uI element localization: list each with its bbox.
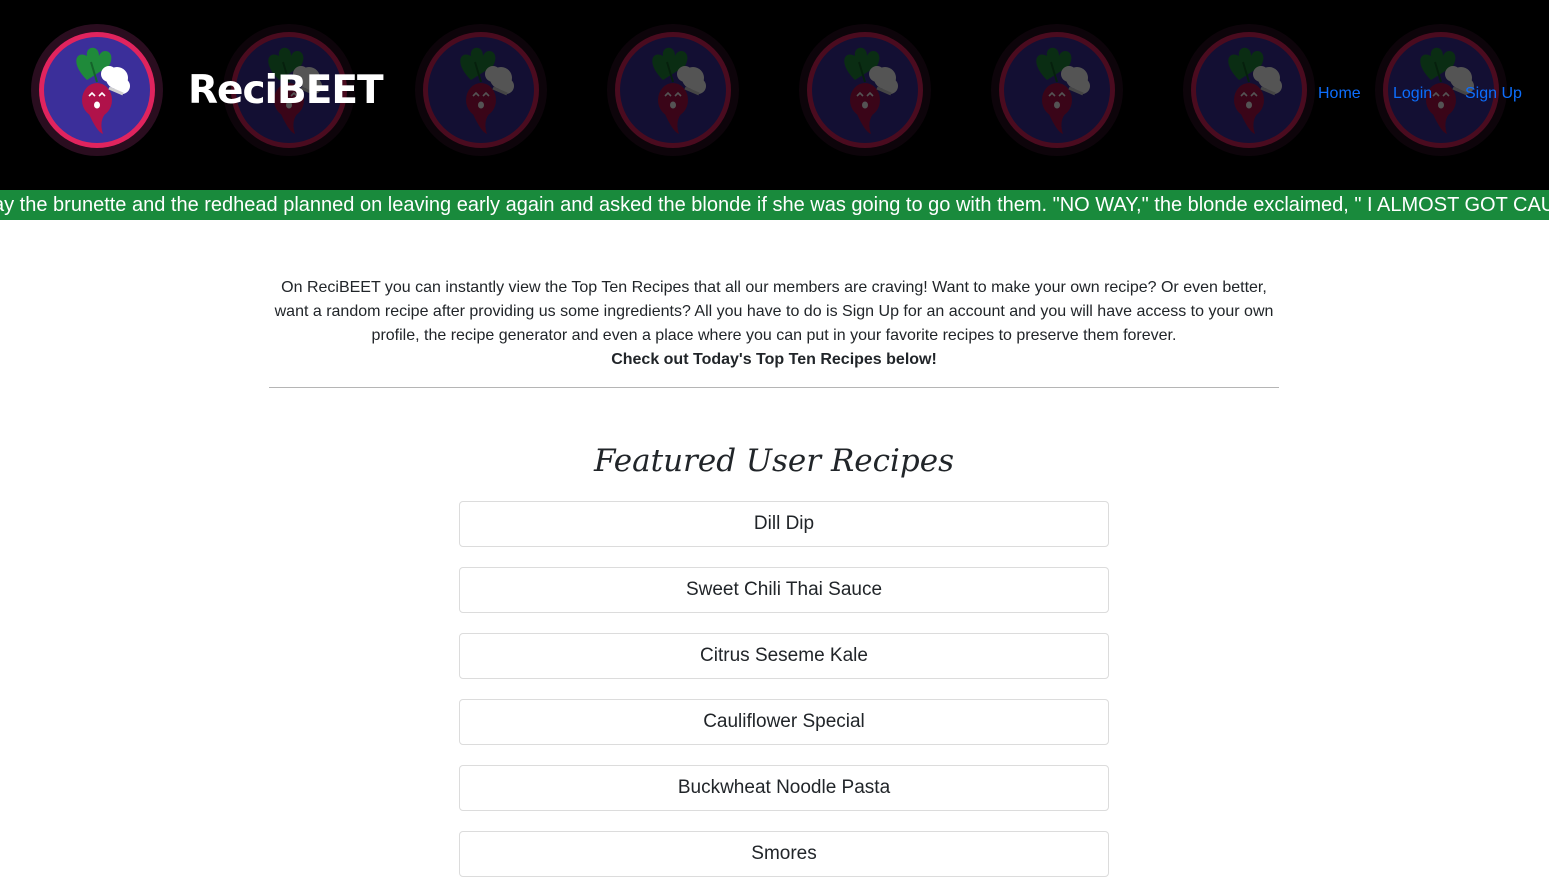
nav-login-link[interactable]: Login [1393,84,1432,104]
recipe-button[interactable]: Sweet Chili Thai Sauce [459,567,1109,613]
nav-home-link[interactable]: Home [1318,84,1361,104]
beet-chef-icon[interactable] [29,22,165,158]
beet-pattern-icon [989,22,1125,158]
recipe-button[interactable]: Smores [459,831,1109,877]
ticker-text: ay the brunette and the redhead planned … [0,194,1549,216]
beet-pattern-icon [1181,22,1317,158]
divider [269,387,1279,388]
intro-cta: Check out Today's Top Ten Recipes below! [611,351,937,368]
joke-ticker: ay the brunette and the redhead planned … [0,190,1549,220]
recipe-button[interactable]: Cauliflower Special [459,699,1109,745]
beet-pattern-icon [605,22,741,158]
intro-text: On ReciBEET you can instantly view the T… [274,279,1274,344]
intro-section: On ReciBEET you can instantly view the T… [269,276,1279,372]
recipe-button[interactable]: Dill Dip [459,501,1109,547]
featured-title: Featured User Recipes [593,443,955,479]
beet-pattern-icon [413,22,549,158]
brand-title[interactable]: ReciBEET [188,66,384,116]
recipe-button[interactable]: Buckwheat Noodle Pasta [459,765,1109,811]
recipe-button[interactable]: Citrus Seseme Kale [459,633,1109,679]
nav-signup-link[interactable]: Sign Up [1465,84,1522,104]
site-header: ReciBEET Home Login Sign Up [0,0,1549,190]
beet-pattern-icon [797,22,933,158]
